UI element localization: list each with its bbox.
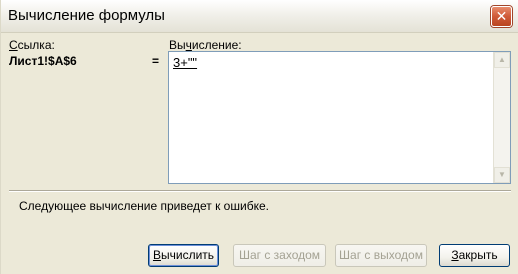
reference-label-accel: С — [9, 38, 18, 52]
evaluate-button-label: ычислить — [160, 248, 215, 262]
title-bar: Вычисление формулы ✕ — [1, 0, 518, 33]
equals-sign: = — [152, 54, 160, 68]
evaluation-label-post: исление: — [191, 38, 242, 52]
evaluate-formula-dialog: Вычисление формулы ✕ Ссылка: Лист1!$A$6 … — [0, 0, 518, 274]
evaluate-button[interactable]: Вычислить — [148, 244, 219, 267]
step-in-button[interactable]: Шаг с заходом — [233, 244, 326, 267]
evaluation-expression: 3+"" — [173, 55, 198, 70]
status-message: Следующее вычисление приведет к ошибке. — [19, 199, 269, 213]
close-button-accel: З — [451, 248, 459, 262]
scroll-up-arrow-icon[interactable]: ▲ — [494, 52, 510, 68]
evaluation-textbox[interactable]: 3+"" ▲ ▼ — [168, 51, 511, 184]
close-icon: ✕ — [495, 8, 508, 24]
step-out-button[interactable]: Шаг с выходом — [335, 244, 427, 267]
dialog-title: Вычисление формулы — [8, 7, 165, 24]
evaluate-button-accel: В — [152, 248, 161, 262]
reference-label: Ссылка: — [9, 38, 55, 52]
close-button[interactable]: Закрыть — [439, 244, 510, 267]
evaluation-label-pre: Вы — [169, 38, 186, 52]
close-button-label: акрыть — [458, 248, 498, 262]
evaluation-label: Вычисление: — [169, 38, 242, 52]
separator — [9, 190, 511, 192]
reference-label-rest: сылка: — [17, 38, 55, 52]
scroll-down-arrow-icon[interactable]: ▼ — [494, 167, 510, 183]
reference-value: Лист1!$A$6 — [9, 54, 77, 68]
vertical-scrollbar[interactable]: ▲ ▼ — [493, 52, 510, 183]
close-window-button[interactable]: ✕ — [491, 6, 512, 27]
